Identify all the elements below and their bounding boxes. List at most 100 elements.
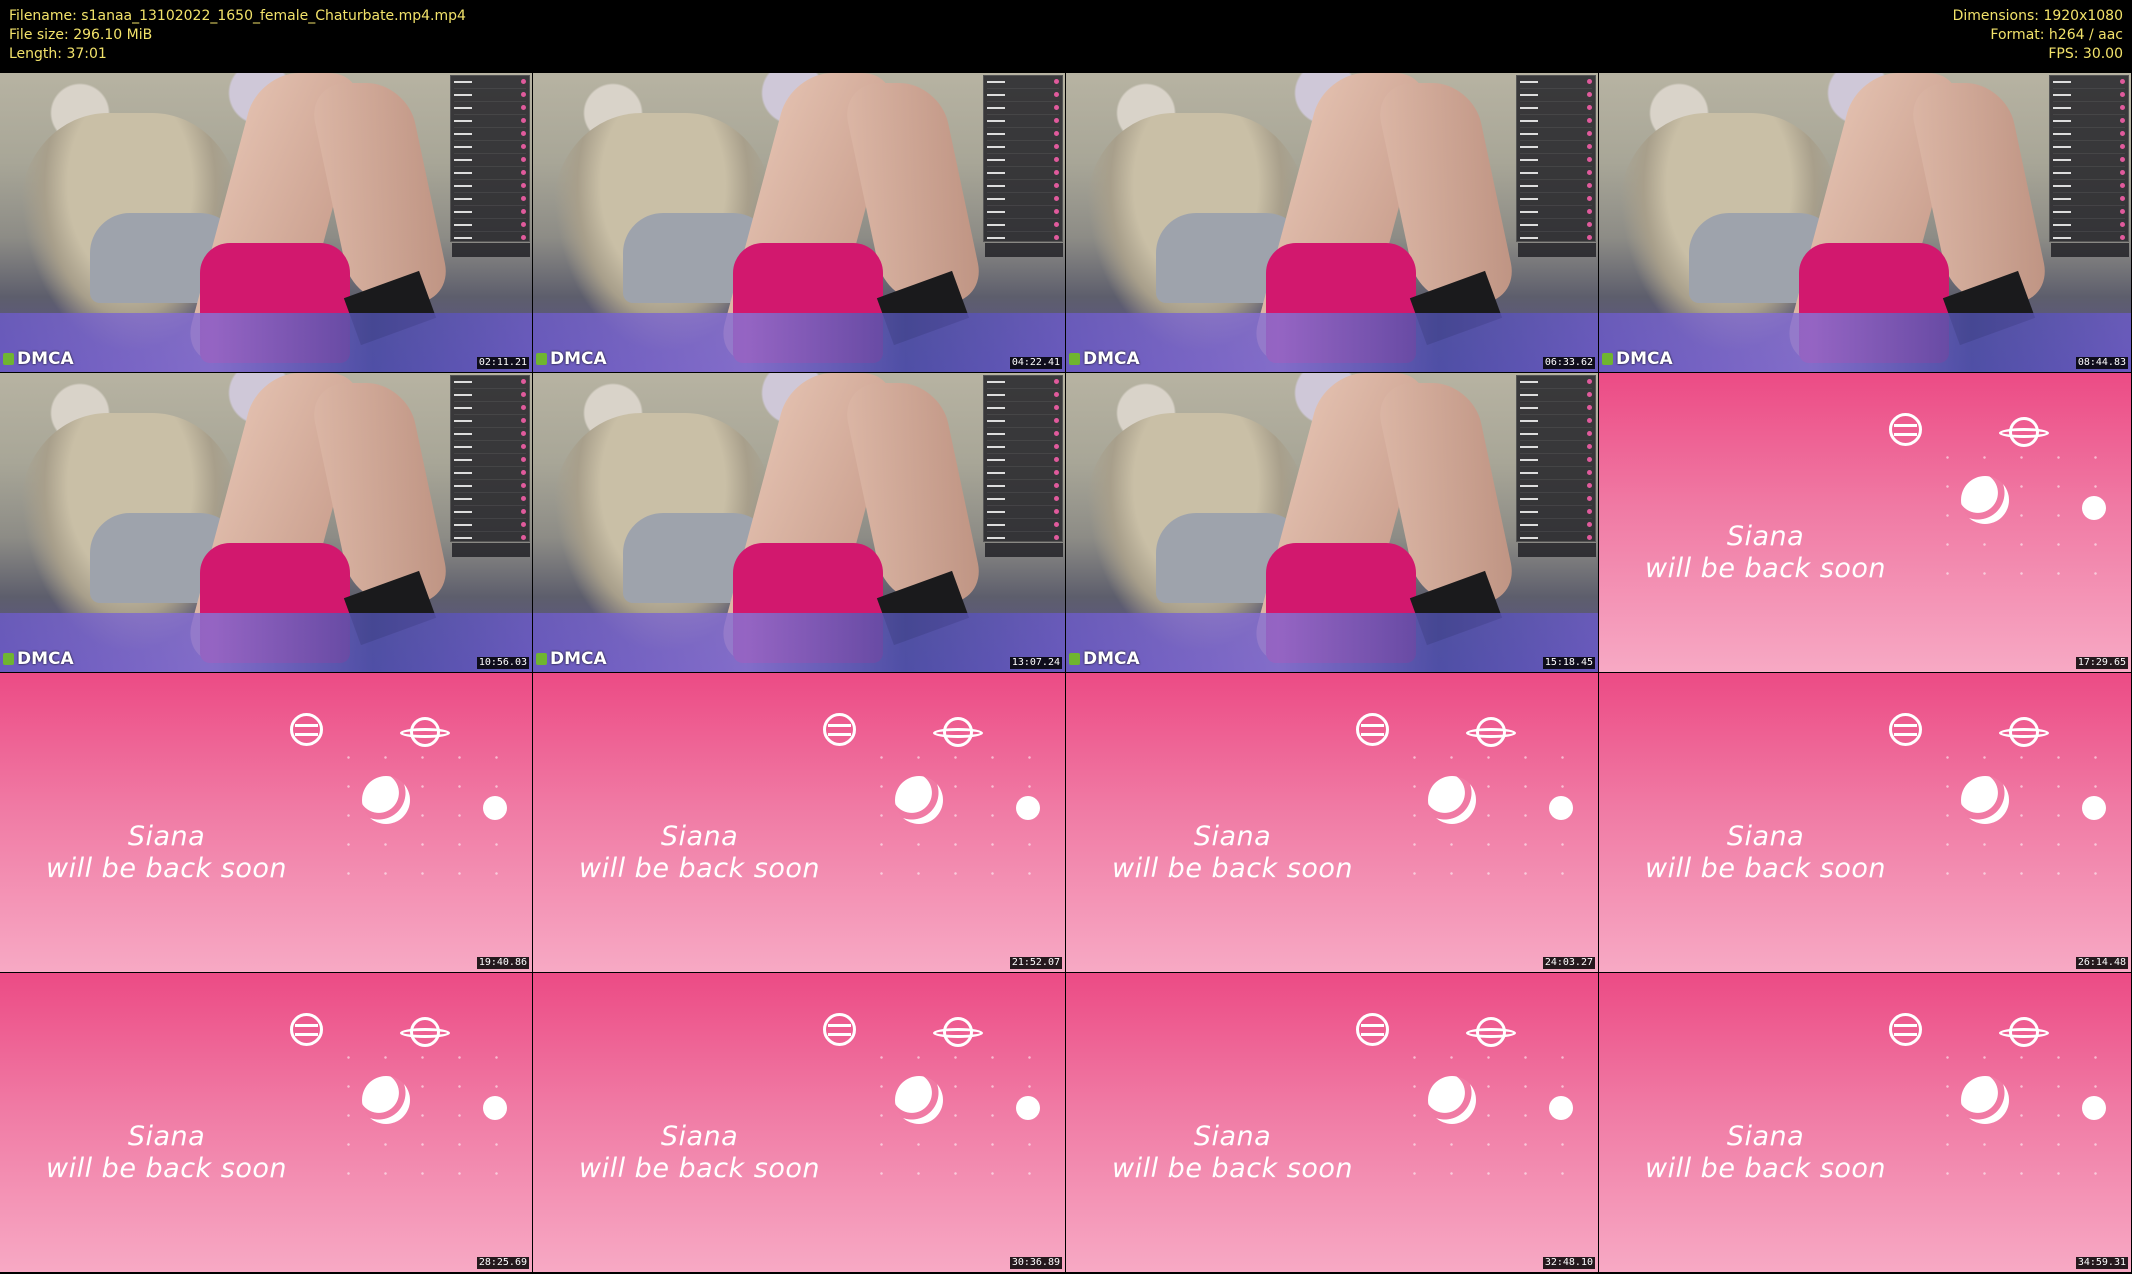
dimensions-text: Dimensions: 1920x1080 [1952, 8, 2123, 24]
tip-menu-row [1520, 76, 1592, 89]
timestamp: 32:48.10 [1542, 1257, 1595, 1269]
away-line: will be back soon [46, 1153, 287, 1184]
timestamp: 26:14.48 [2075, 957, 2128, 969]
tip-menu-row [454, 415, 526, 428]
lock-icon [536, 353, 547, 365]
tip-menu-row [454, 76, 526, 89]
thumbnail-3[interactable]: DMCA 06:33.62 [1066, 73, 1598, 372]
tip-menu-row [1520, 206, 1592, 219]
tip-menu-row [1520, 102, 1592, 115]
away-name: Siana [1726, 1121, 1805, 1152]
timestamp: 08:44.83 [2075, 357, 2128, 369]
tip-menu-row [1520, 506, 1592, 519]
away-message: Siana will be back soon [1599, 1121, 1932, 1185]
tip-menu-row [454, 454, 526, 467]
striped-planet-icon [1889, 1013, 1922, 1046]
away-line: will be back soon [579, 853, 820, 884]
lock-icon [1069, 353, 1080, 365]
tip-notice-overlay [985, 243, 1063, 257]
striped-planet-icon [823, 713, 856, 746]
earth-icon [895, 1076, 943, 1124]
striped-planet-icon [1889, 413, 1922, 446]
moon-icon [2082, 1096, 2106, 1120]
tip-menu-row [454, 506, 526, 519]
lock-icon [536, 653, 547, 665]
blanket [0, 313, 532, 372]
earth-icon [362, 776, 410, 824]
thumbnail-13[interactable]: Siana will be back soon 28:25.69 [0, 973, 532, 1272]
tip-menu-row [454, 389, 526, 402]
earth-icon [1428, 1076, 1476, 1124]
thumbnail-2[interactable]: DMCA 04:22.41 [533, 73, 1065, 372]
dmca-text: DMCA [17, 349, 74, 369]
away-name: Siana [1193, 1121, 1272, 1152]
thumbnail-7[interactable]: DMCA 15:18.45 [1066, 373, 1598, 672]
striped-planet-icon [290, 713, 323, 746]
tip-menu-row [2053, 193, 2125, 206]
tip-notice-overlay [2051, 243, 2129, 257]
thumbnail-15[interactable]: Siana will be back soon 32:48.10 [1066, 973, 1598, 1272]
timestamp: 28:25.69 [476, 1257, 529, 1269]
timestamp: 19:40.86 [476, 957, 529, 969]
tip-menu-row [454, 428, 526, 441]
tip-menu-row [454, 402, 526, 415]
tip-menu-row [1520, 167, 1592, 180]
tip-menu-row [1520, 154, 1592, 167]
tip-menu-row [2053, 206, 2125, 219]
moon-icon [1549, 1096, 1573, 1120]
tip-notice-overlay [1518, 543, 1596, 557]
thumbnail-5[interactable]: DMCA 10:56.03 [0, 373, 532, 672]
dmca-watermark: DMCA [3, 349, 74, 369]
tip-menu-row [454, 376, 526, 389]
tip-menu-row [2053, 128, 2125, 141]
lock-icon [3, 353, 14, 365]
tip-menu-row [987, 519, 1059, 532]
tip-menu-row [1520, 193, 1592, 206]
tip-menu-row [454, 219, 526, 232]
info-right: Dimensions: 1920x1080 Format: h264 / aac… [1953, 7, 2123, 64]
thumbnail-10[interactable]: Siana will be back soon 21:52.07 [533, 673, 1065, 972]
away-message: Siana will be back soon [0, 1121, 333, 1185]
dmca-text: DMCA [1083, 349, 1140, 369]
tip-menu-overlay [450, 375, 530, 545]
earth-icon [895, 776, 943, 824]
away-message: Siana will be back soon [1599, 521, 1932, 585]
tip-notice-overlay [452, 543, 530, 557]
away-line: will be back soon [1645, 553, 1886, 584]
thumbnail-6[interactable]: DMCA 13:07.24 [533, 373, 1065, 672]
earth-icon [362, 1076, 410, 1124]
away-line: will be back soon [1112, 1153, 1353, 1184]
dmca-watermark: DMCA [1069, 649, 1140, 669]
timestamp: 15:18.45 [1542, 657, 1595, 669]
timestamp: 17:29.65 [2075, 657, 2128, 669]
blanket [533, 613, 1065, 672]
tip-menu-row [454, 128, 526, 141]
thumbnail-12[interactable]: Siana will be back soon 26:14.48 [1599, 673, 2131, 972]
tip-menu-row [2053, 76, 2125, 89]
thumbnail-11[interactable]: Siana will be back soon 24:03.27 [1066, 673, 1598, 972]
tip-menu-row [2053, 141, 2125, 154]
moon-icon [1549, 796, 1573, 820]
thumbnail-8[interactable]: Siana will be back soon 17:29.65 [1599, 373, 2131, 672]
tip-menu-row [987, 206, 1059, 219]
tip-menu-row [987, 441, 1059, 454]
tip-menu-row [454, 193, 526, 206]
tip-menu-row [1520, 141, 1592, 154]
away-message: Siana will be back soon [533, 1121, 866, 1185]
thumbnail-16[interactable]: Siana will be back soon 34:59.31 [1599, 973, 2131, 1272]
tip-menu-row [1520, 441, 1592, 454]
away-message: Siana will be back soon [533, 821, 866, 885]
dmca-watermark: DMCA [536, 349, 607, 369]
tip-menu-row [2053, 102, 2125, 115]
dmca-text: DMCA [1616, 349, 1673, 369]
tip-menu-row [1520, 402, 1592, 415]
thumbnail-14[interactable]: Siana will be back soon 30:36.89 [533, 973, 1065, 1272]
thumbnail-1[interactable]: DMCA 02:11.21 [0, 73, 532, 372]
tip-menu-row [987, 154, 1059, 167]
thumbnail-9[interactable]: Siana will be back soon 19:40.86 [0, 673, 532, 972]
earth-icon [1961, 476, 2009, 524]
tip-menu-row [454, 519, 526, 532]
thumbnail-4[interactable]: DMCA 08:44.83 [1599, 73, 2131, 372]
lock-icon [1602, 353, 1613, 365]
tip-menu-row [454, 467, 526, 480]
